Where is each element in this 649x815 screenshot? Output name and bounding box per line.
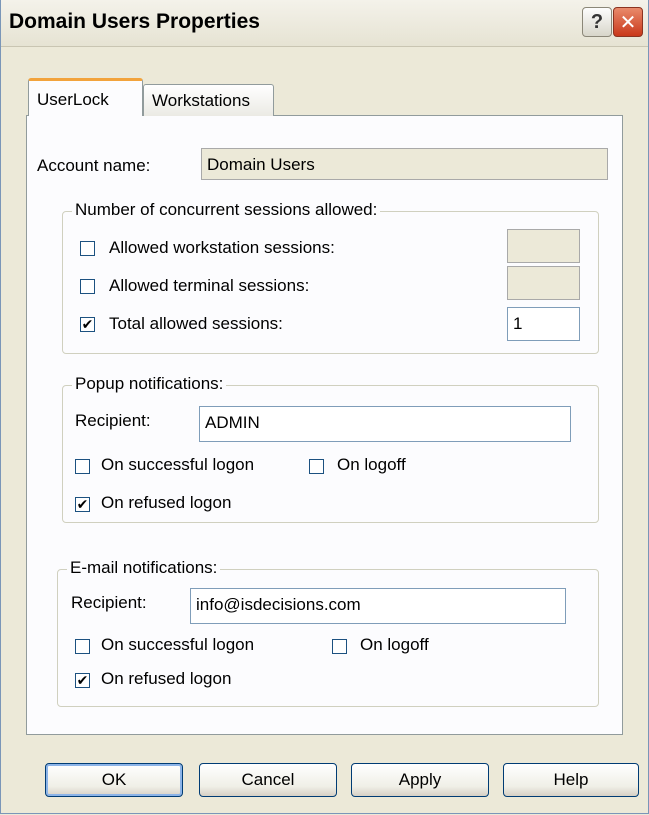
popup-refused-checkbox[interactable]: ✔	[75, 497, 90, 512]
workstation-sessions-label: Allowed workstation sessions:	[109, 238, 335, 257]
tab-panel: Account name: Domain Users Number of con…	[26, 115, 623, 735]
workstation-sessions-field[interactable]	[507, 229, 580, 263]
account-name-field: Domain Users	[201, 148, 608, 180]
close-icon[interactable]: ✕	[613, 7, 643, 37]
properties-dialog: Domain Users Properties ? ✕ UserLock Wor…	[0, 0, 649, 814]
total-sessions-checkbox[interactable]: ✔	[80, 317, 95, 332]
email-success-label: On successful logon	[101, 635, 255, 654]
email-legend: E-mail notifications:	[67, 558, 221, 578]
sessions-legend: Number of concurrent sessions allowed:	[72, 200, 381, 220]
popup-success-checkbox[interactable]	[75, 459, 90, 474]
email-recipient-field[interactable]: info@isdecisions.com	[190, 588, 566, 624]
popup-logoff-checkbox[interactable]	[309, 459, 324, 474]
window-title: Domain Users Properties	[9, 10, 260, 33]
popup-recipient-field[interactable]: ADMIN	[199, 406, 571, 442]
popup-legend: Popup notifications:	[72, 374, 227, 394]
apply-button[interactable]: Apply	[351, 763, 489, 797]
terminal-sessions-label: Allowed terminal sessions:	[109, 276, 310, 295]
ok-button[interactable]: OK	[45, 763, 183, 797]
popup-success-label: On successful logon	[101, 455, 255, 474]
tab-userlock[interactable]: UserLock	[28, 78, 143, 116]
email-refused-label: On refused logon	[101, 669, 232, 688]
total-sessions-field[interactable]: 1	[507, 307, 580, 341]
help-icon[interactable]: ?	[582, 7, 612, 37]
workstation-sessions-checkbox[interactable]	[80, 241, 95, 256]
cancel-button[interactable]: Cancel	[199, 763, 337, 797]
email-refused-checkbox[interactable]: ✔	[75, 673, 90, 688]
total-sessions-label: Total allowed sessions:	[109, 314, 283, 333]
email-logoff-label: On logoff	[360, 635, 429, 654]
account-name-label: Account name:	[37, 156, 151, 175]
terminal-sessions-field[interactable]	[507, 266, 580, 300]
tab-workstations[interactable]: Workstations	[143, 84, 274, 116]
email-success-checkbox[interactable]	[75, 639, 90, 654]
popup-refused-label: On refused logon	[101, 493, 232, 512]
email-recipient-label: Recipient:	[71, 593, 147, 612]
popup-logoff-label: On logoff	[337, 455, 406, 474]
popup-recipient-label: Recipient:	[75, 411, 151, 430]
terminal-sessions-checkbox[interactable]	[80, 279, 95, 294]
email-logoff-checkbox[interactable]	[332, 639, 347, 654]
help-button[interactable]: Help	[503, 763, 639, 797]
title-bar[interactable]: Domain Users Properties ? ✕	[1, 0, 648, 47]
